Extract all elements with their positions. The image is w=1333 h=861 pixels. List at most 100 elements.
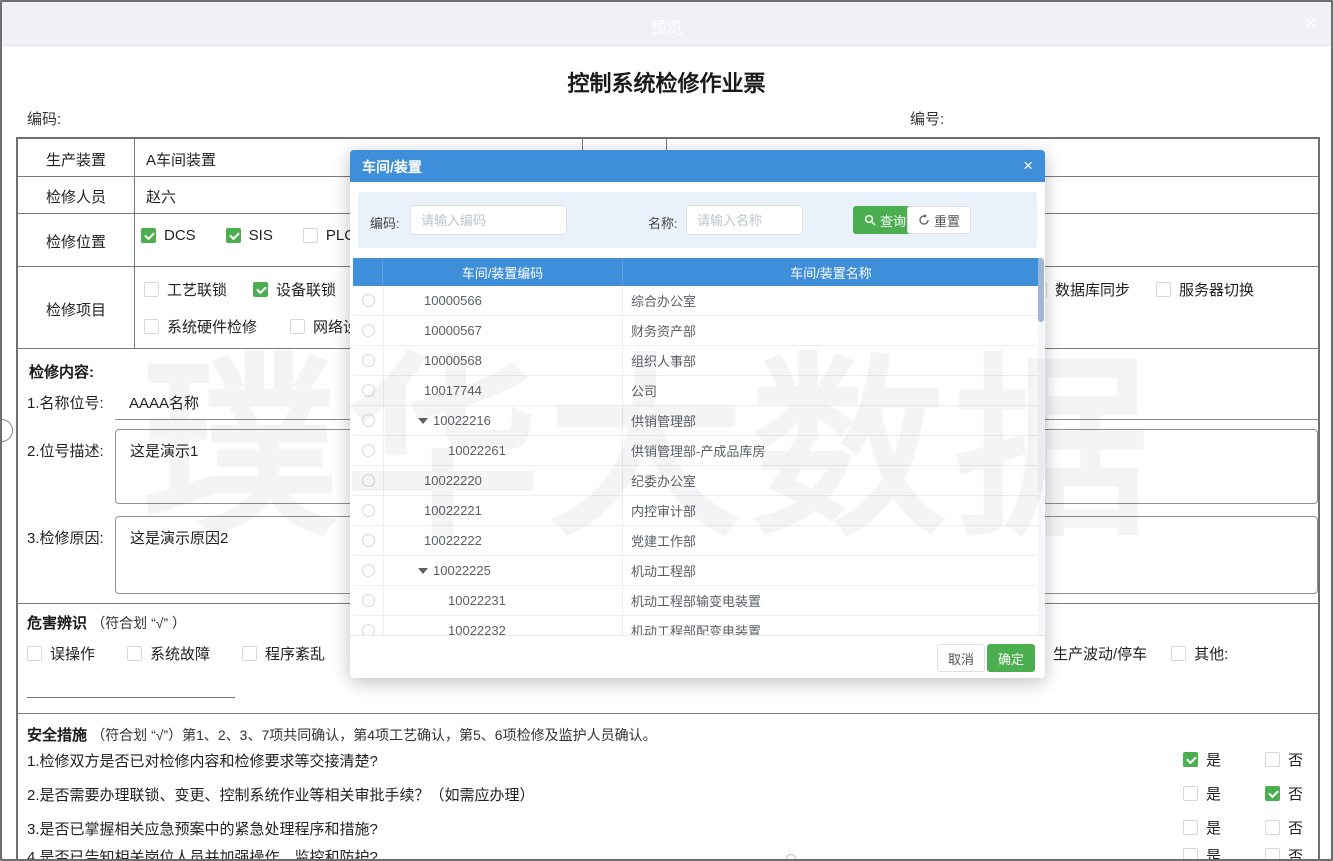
location-checkbox-2[interactable] <box>303 228 318 243</box>
location-checkbox-0[interactable] <box>141 228 156 243</box>
workshop-table-body: 10000566综合办公室10000567财务资产部10000568组织人事部1… <box>353 286 1039 636</box>
yes-label: 是 <box>1206 845 1221 861</box>
no-checkbox[interactable] <box>1265 786 1280 801</box>
maintenance-person-value[interactable]: 赵六 <box>146 186 176 207</box>
no-checkbox[interactable] <box>1265 848 1280 861</box>
project-label: 工艺联锁 <box>167 279 227 300</box>
table-row[interactable]: 10017744公司 <box>353 376 1039 406</box>
row-code-cell: 10022222 <box>383 526 623 555</box>
table-row[interactable]: 10022222党建工作部 <box>353 526 1039 556</box>
row-radio-2[interactable] <box>362 354 375 367</box>
row-code-cell: 10022231 <box>383 586 623 615</box>
tree-expand-icon[interactable] <box>418 418 428 424</box>
search-name-input[interactable] <box>686 205 803 235</box>
row-radio-5[interactable] <box>362 444 375 457</box>
row-name-value: 党建工作部 <box>623 526 1039 555</box>
hazard-checkbox-1[interactable] <box>1171 646 1186 661</box>
hazard-title-text: 危害辨识 <box>27 615 87 632</box>
row-code-value: 10000566 <box>424 293 482 308</box>
tree-expand-icon[interactable] <box>418 568 428 574</box>
reset-button-label: 重置 <box>934 211 960 230</box>
table-row[interactable]: 10022221内控审计部 <box>353 496 1039 526</box>
row-select-cell <box>353 286 383 315</box>
table-row[interactable]: 10000567财务资产部 <box>353 316 1039 346</box>
modal-close-icon[interactable]: × <box>1023 156 1033 176</box>
hazard-other-input[interactable] <box>27 680 235 698</box>
production-device-value[interactable]: A车间装置 <box>146 149 216 170</box>
row-radio-1[interactable] <box>362 324 375 337</box>
row-label-maintenance-person: 检修人员 <box>18 186 134 207</box>
row-label-maintenance-location: 检修位置 <box>18 231 134 252</box>
safety-answer-2: 是否 <box>1183 783 1303 804</box>
table-row[interactable]: 10022225 机动工程部 <box>353 556 1039 586</box>
project-item: 工艺联锁 <box>144 279 227 300</box>
row-radio-4[interactable] <box>362 414 375 427</box>
field-label-maintenance-reason: 3.检修原因: <box>27 527 104 548</box>
row-name-value: 综合办公室 <box>623 286 1039 315</box>
table-row[interactable]: 10022231机动工程部输变电装置 <box>353 586 1039 616</box>
row-code-cell: 10017744 <box>383 376 623 405</box>
hazard-item: 系统故障 <box>127 643 210 664</box>
yes-checkbox[interactable] <box>1183 848 1198 861</box>
row-select-cell <box>353 586 383 615</box>
location-item: PLC <box>303 227 355 244</box>
row-name-value: 机动工程部 <box>623 556 1039 585</box>
dialog-close-icon[interactable]: × <box>1304 10 1317 36</box>
row-select-cell <box>353 406 383 435</box>
table-row[interactable]: 10022261供销管理部-产成品库房 <box>353 436 1039 466</box>
search-code-input[interactable] <box>410 205 567 235</box>
row-code-value: 10022231 <box>448 593 506 608</box>
row-radio-7[interactable] <box>362 504 375 517</box>
no-checkbox[interactable] <box>1265 752 1280 767</box>
row-radio-3[interactable] <box>362 384 375 397</box>
yes-checkbox[interactable] <box>1183 752 1198 767</box>
hazard-checkbox-2[interactable] <box>242 646 257 661</box>
drawer-handle-icon[interactable] <box>0 419 13 442</box>
row-radio-9[interactable] <box>362 564 375 577</box>
safety-title-text: 安全措施 <box>27 727 87 744</box>
project-checkbox-0[interactable] <box>144 319 159 334</box>
table-row[interactable]: 10022216供销管理部 <box>353 406 1039 436</box>
project-label: 数据库同步 <box>1055 279 1130 300</box>
project-item: 数据库同步 <box>1032 279 1130 300</box>
project-checkbox-group-line1: 工艺联锁设备联锁 <box>144 279 336 300</box>
hazard-checkbox-0[interactable] <box>27 646 42 661</box>
project-checkbox-1[interactable] <box>1156 282 1171 297</box>
table-scrollbar[interactable] <box>1038 258 1044 636</box>
scrollbar-thumb[interactable] <box>1038 258 1044 322</box>
project-checkbox-1[interactable] <box>290 319 305 334</box>
row-radio-0[interactable] <box>362 294 375 307</box>
row-radio-8[interactable] <box>362 534 375 547</box>
field-label-tag-description: 2.位号描述: <box>27 440 104 461</box>
field-label-tag-name: 1.名称位号: <box>27 392 104 413</box>
row-name-value: 纪委办公室 <box>623 466 1039 495</box>
dialog-title: 预览 <box>2 14 1331 38</box>
row-radio-6[interactable] <box>362 474 375 487</box>
hazard-checkbox-1[interactable] <box>127 646 142 661</box>
project-checkbox-0[interactable] <box>144 282 159 297</box>
workshop-table: 车间/装置编码 车间/装置名称 10000566综合办公室10000567财务资… <box>353 258 1039 636</box>
row-code-value: 10022221 <box>424 503 482 518</box>
hazard-label: 程序紊乱 <box>265 643 325 664</box>
row-name-value: 供销管理部-产成品库房 <box>623 436 1039 465</box>
row-name-value: 供销管理部 <box>623 406 1039 435</box>
row-radio-10[interactable] <box>362 594 375 607</box>
reset-button[interactable]: 重置 <box>907 206 971 234</box>
row-name-value: 财务资产部 <box>623 316 1039 345</box>
hazard-section-title: 危害辨识 （符合划 “√” ） <box>27 612 186 633</box>
row-code-value: 10022225 <box>433 563 491 578</box>
table-row[interactable]: 10000568组织人事部 <box>353 346 1039 376</box>
table-row[interactable]: 10022220纪委办公室 <box>353 466 1039 496</box>
table-row[interactable]: 10000566 综合办公室 <box>353 286 1039 316</box>
no-checkbox[interactable] <box>1265 820 1280 835</box>
row-code-value: 10000568 <box>424 353 482 368</box>
project-checkbox-1[interactable] <box>253 282 268 297</box>
hazard-label: 生产波动/停车 <box>1053 643 1147 664</box>
table-row[interactable]: 10022232机动工程部配变电装置 <box>353 616 1039 636</box>
location-checkbox-1[interactable] <box>226 228 241 243</box>
row-select-cell <box>353 556 383 585</box>
yes-checkbox[interactable] <box>1183 820 1198 835</box>
cancel-button[interactable]: 取消 <box>937 644 985 672</box>
yes-checkbox[interactable] <box>1183 786 1198 801</box>
confirm-button[interactable]: 确定 <box>987 644 1035 672</box>
